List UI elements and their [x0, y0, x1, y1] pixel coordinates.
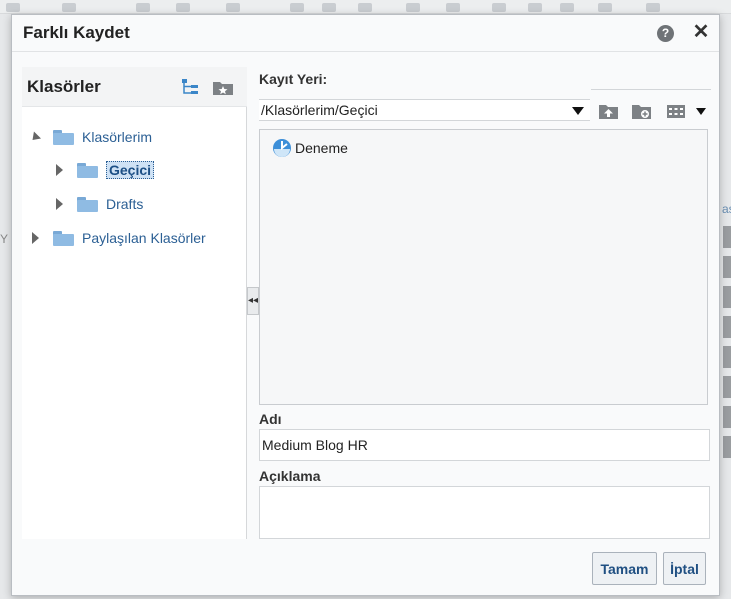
- pane-collapse-handle[interactable]: ◂◂: [247, 287, 259, 315]
- folders-pane-title: Klasörler: [27, 77, 101, 96]
- folder-icon: [77, 162, 98, 178]
- background-row: [723, 226, 731, 248]
- background-icon: [226, 3, 240, 12]
- background-icon: [62, 3, 76, 12]
- background-icon: [560, 3, 574, 12]
- background-icon: [492, 3, 506, 12]
- background-row: [723, 316, 731, 338]
- folders-pane: Klasörler Klasörlerim Geçici Drafts Payl…: [22, 67, 247, 539]
- view-options-icon[interactable]: [666, 102, 686, 120]
- background-right-column: as: [720, 190, 731, 490]
- folder-icon: [53, 230, 74, 246]
- tree-item-temp[interactable]: Geçici: [56, 158, 155, 182]
- background-icon: [598, 3, 612, 12]
- expand-arrow-icon[interactable]: [56, 198, 63, 210]
- tree-item-label[interactable]: Geçici: [106, 161, 155, 179]
- ok-button[interactable]: Tamam: [592, 552, 657, 585]
- collapse-arrow-icon[interactable]: [28, 130, 42, 144]
- tree-item-label[interactable]: Drafts: [106, 196, 143, 212]
- expand-arrow-icon[interactable]: [56, 164, 63, 176]
- folder-icon: [53, 129, 74, 145]
- tree-item-drafts[interactable]: Drafts: [56, 192, 143, 216]
- dialog-title: Farklı Kaydet: [23, 23, 130, 42]
- chevron-down-icon[interactable]: [696, 108, 706, 115]
- save-location-select[interactable]: /Klasörlerim/Geçici: [259, 99, 590, 121]
- background-row: [723, 406, 731, 428]
- background-row: [723, 346, 731, 368]
- report-icon: [273, 139, 291, 157]
- background-icon: [6, 3, 20, 12]
- tree-item-shared-folders[interactable]: Paylaşılan Klasörler: [32, 226, 206, 250]
- description-input[interactable]: [259, 486, 710, 539]
- description-label: Açıklama: [259, 468, 321, 484]
- new-folder-icon[interactable]: [631, 102, 653, 120]
- background-row: [723, 256, 731, 278]
- save-as-dialog: Farklı Kaydet ? ✕ Klasörler Klasörlerim: [11, 14, 720, 596]
- folder-icon: [77, 196, 98, 212]
- dialog-title-bar: Farklı Kaydet ? ✕: [12, 15, 719, 52]
- save-location-path: /Klasörlerim/Geçici: [261, 102, 378, 118]
- background-row: [723, 286, 731, 308]
- background-icon: [136, 3, 150, 12]
- background-text-right: as: [722, 202, 731, 216]
- tree-item-my-folders[interactable]: Klasörlerim: [28, 125, 152, 149]
- file-list: Deneme: [259, 129, 708, 405]
- favorite-folder-icon[interactable]: [212, 79, 234, 96]
- chevron-down-icon[interactable]: [572, 107, 584, 115]
- background-icon: [358, 3, 372, 12]
- list-item[interactable]: Deneme: [272, 138, 348, 158]
- folders-pane-header: Klasörler: [22, 67, 247, 107]
- background-row: [723, 376, 731, 398]
- background-icon: [322, 3, 336, 12]
- expand-arrow-icon[interactable]: [32, 232, 39, 244]
- tree-view-icon[interactable]: [180, 77, 200, 97]
- name-input[interactable]: [259, 429, 710, 461]
- tree-item-label[interactable]: Klasörlerim: [82, 129, 152, 145]
- background-icon: [290, 3, 304, 12]
- background-icon: [406, 3, 420, 12]
- background-row: [723, 436, 731, 458]
- folder-up-icon[interactable]: [598, 102, 619, 120]
- background-text-left: Y: [0, 232, 9, 246]
- divider: [591, 89, 711, 90]
- help-icon[interactable]: ?: [657, 25, 674, 42]
- cancel-button[interactable]: İptal: [663, 552, 706, 585]
- file-name: Deneme: [295, 140, 348, 156]
- background-icon: [528, 3, 542, 12]
- background-toolbar: [0, 0, 731, 14]
- background-icon: [646, 3, 660, 12]
- save-location-label: Kayıt Yeri:: [259, 71, 328, 87]
- name-label: Adı: [259, 411, 282, 427]
- close-icon[interactable]: ✕: [691, 21, 711, 43]
- background-icon: [176, 3, 190, 12]
- background-icon: [446, 3, 460, 12]
- tree-item-label[interactable]: Paylaşılan Klasörler: [82, 230, 206, 246]
